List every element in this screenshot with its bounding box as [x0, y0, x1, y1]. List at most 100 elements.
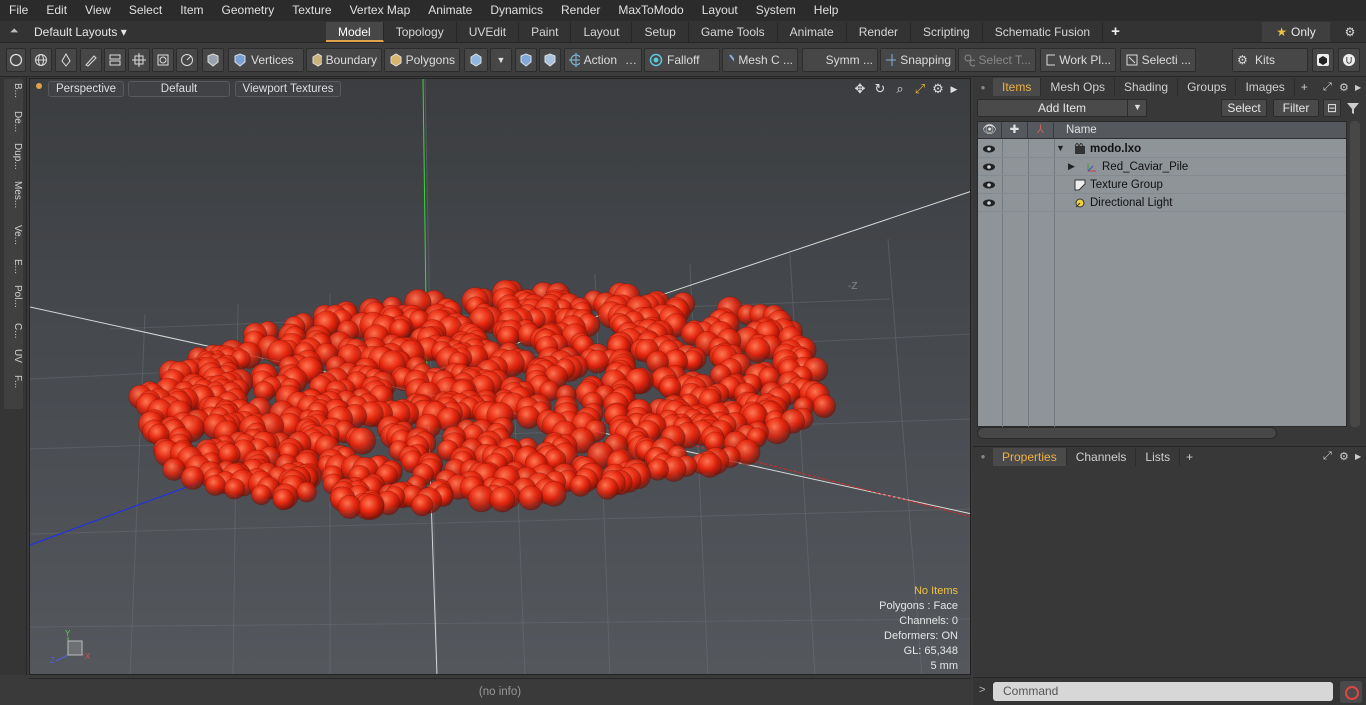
add-item-dropdown-chevron-icon[interactable]: ▼	[1127, 99, 1147, 117]
menu-render[interactable]: Render	[552, 0, 609, 21]
left-tab-3[interactable]: Mes...	[3, 181, 23, 208]
visibility-column-eye-icon[interactable]: 👁	[978, 122, 1002, 139]
shading-default-button[interactable]: Default	[128, 81, 230, 97]
mode-dropdown-chevron-icon[interactable]: ▼	[490, 48, 512, 72]
props-tab-properties[interactable]: Properties	[993, 447, 1067, 466]
layout-tab-animate[interactable]: Animate	[778, 21, 847, 42]
vertices-button[interactable]: Vertices	[228, 48, 304, 72]
action-center-button[interactable]: Action…	[564, 48, 642, 72]
layout-home-icon[interactable]: ⏶	[0, 25, 28, 38]
items-tab-images[interactable]: Images	[1236, 78, 1295, 96]
center-icon[interactable]	[128, 48, 150, 72]
items-horizontal-scrollbar[interactable]	[977, 427, 1277, 439]
name-column-header[interactable]: Name	[1054, 122, 1346, 139]
layout-tab-schematic-fusion[interactable]: Schematic Fusion	[983, 21, 1104, 42]
panel-dot-icon[interactable]: ●	[973, 83, 993, 92]
left-tab-0[interactable]: B...	[3, 83, 23, 98]
items-vertical-scrollbar[interactable]	[1350, 121, 1360, 427]
shield-mode-icon[interactable]	[202, 48, 224, 72]
menu-help[interactable]: Help	[805, 0, 848, 21]
brush-icon[interactable]	[80, 48, 102, 72]
select-through-button[interactable]: Select T...	[958, 48, 1036, 72]
collapse-arrow-icon[interactable]: ▼	[1056, 143, 1065, 153]
menu-view[interactable]: View	[76, 0, 120, 21]
axis-column-icon[interactable]: ⅄	[1028, 122, 1054, 139]
record-macro-icon[interactable]	[1340, 681, 1362, 703]
mesh-constraint-button[interactable]: Mesh C ...	[722, 48, 798, 72]
menu-edit[interactable]: Edit	[37, 0, 76, 21]
layout-tab-setup[interactable]: Setup	[632, 21, 689, 42]
item-mode-icon[interactable]	[464, 48, 488, 72]
collapse-icon[interactable]: ⊟	[1323, 99, 1341, 117]
item-row[interactable]: ▼ modo.lxo	[978, 140, 1346, 158]
left-tab-1[interactable]: De...	[3, 111, 23, 132]
left-tab-6[interactable]: Pol...	[3, 285, 23, 308]
layout-tab-paint[interactable]: Paint	[519, 21, 572, 42]
menu-select[interactable]: Select	[120, 0, 171, 21]
add-layout-tab-button[interactable]: +	[1103, 23, 1128, 40]
selection-sets-button[interactable]: Selecti ...	[1120, 48, 1196, 72]
item-row[interactable]: Texture Group	[978, 176, 1346, 194]
lock-column-icon[interactable]: ✚	[1002, 122, 1028, 139]
add-item-button[interactable]: Add Item	[977, 99, 1147, 117]
perspective-button[interactable]: Perspective	[48, 81, 124, 97]
items-tab-mesh-ops[interactable]: Mesh Ops	[1041, 78, 1116, 96]
menu-maxtomodo[interactable]: MaxToModo	[609, 0, 692, 21]
unreal-icon[interactable]: U	[1338, 48, 1360, 72]
menu-item[interactable]: Item	[171, 0, 212, 21]
symmetry-button[interactable]: Symm ...	[802, 48, 878, 72]
items-tab-groups[interactable]: Groups	[1178, 78, 1237, 96]
viewport-settings-gear-icon[interactable]: ⚙	[930, 81, 946, 97]
left-tab-5[interactable]: E...	[3, 259, 23, 274]
filter-button[interactable]: Filter	[1273, 99, 1319, 117]
rotate-circle-icon[interactable]	[176, 48, 198, 72]
snapping-button[interactable]: Snapping	[880, 48, 956, 72]
kits-button[interactable]: ⚙ Kits	[1232, 48, 1308, 72]
add-items-tab-button[interactable]: +	[1295, 80, 1314, 94]
menu-vertex-map[interactable]: Vertex Map	[341, 0, 420, 21]
expand-arrow-icon[interactable]: ▶	[1068, 161, 1075, 172]
item-row[interactable]: Directional Light	[978, 194, 1346, 212]
left-tab-8[interactable]: UV	[3, 349, 23, 363]
layout-tab-topology[interactable]: Topology	[384, 21, 457, 42]
props-tab-lists[interactable]: Lists	[1136, 447, 1181, 466]
items-tab-items[interactable]: Items	[993, 78, 1042, 96]
layout-tab-layout[interactable]: Layout	[571, 21, 633, 42]
default-layouts-dropdown[interactable]: Default Layouts ▾	[28, 25, 326, 39]
menu-layout[interactable]: Layout	[693, 0, 747, 21]
add-properties-tab-button[interactable]: +	[1180, 450, 1199, 464]
only-toggle[interactable]: ★ Only	[1262, 22, 1330, 42]
left-tab-2[interactable]: Dup...	[3, 143, 23, 170]
props-expand-icon[interactable]: ⤢	[1323, 450, 1332, 463]
bounding-box-icon[interactable]	[152, 48, 174, 72]
viewport-menu-dot-icon[interactable]	[36, 83, 42, 89]
zoom-icon[interactable]: ⌕	[892, 81, 908, 97]
items-more-arrow-icon[interactable]: ▶	[1355, 83, 1361, 92]
menu-geometry[interactable]: Geometry	[213, 0, 284, 21]
layout-tab-game-tools[interactable]: Game Tools	[689, 21, 778, 42]
unity-icon[interactable]	[1312, 48, 1334, 72]
stack-icon[interactable]	[104, 48, 126, 72]
menu-file[interactable]: File	[0, 0, 37, 21]
globe-icon[interactable]	[30, 48, 52, 72]
maximize-icon[interactable]: ⤢	[912, 81, 928, 97]
visibility-eye-icon[interactable]	[982, 160, 996, 174]
visibility-eye-icon[interactable]	[982, 142, 996, 156]
falloff-button[interactable]: Falloff	[644, 48, 720, 72]
menu-system[interactable]: System	[747, 0, 805, 21]
layout-settings-gear-icon[interactable]: ⚙	[1338, 21, 1362, 43]
funnel-filter-icon[interactable]	[1345, 100, 1361, 116]
layout-tab-uvedit[interactable]: UVEdit	[457, 21, 520, 42]
layout-tab-scripting[interactable]: Scripting	[911, 21, 983, 42]
polygons-button[interactable]: Polygons	[384, 48, 460, 72]
items-gear-icon[interactable]: ⚙	[1339, 81, 1349, 94]
left-tab-7[interactable]: C...	[3, 323, 23, 339]
symmetry-shield-icon[interactable]	[515, 48, 537, 72]
viewport-textures-button[interactable]: Viewport Textures	[235, 81, 341, 97]
select-button[interactable]: Select	[1221, 99, 1267, 117]
circle-select-icon[interactable]	[6, 48, 26, 72]
menu-texture[interactable]: Texture	[283, 0, 340, 21]
props-tab-channels[interactable]: Channels	[1067, 447, 1137, 466]
visibility-eye-icon[interactable]	[982, 196, 996, 210]
command-input[interactable]: Command	[993, 682, 1333, 701]
